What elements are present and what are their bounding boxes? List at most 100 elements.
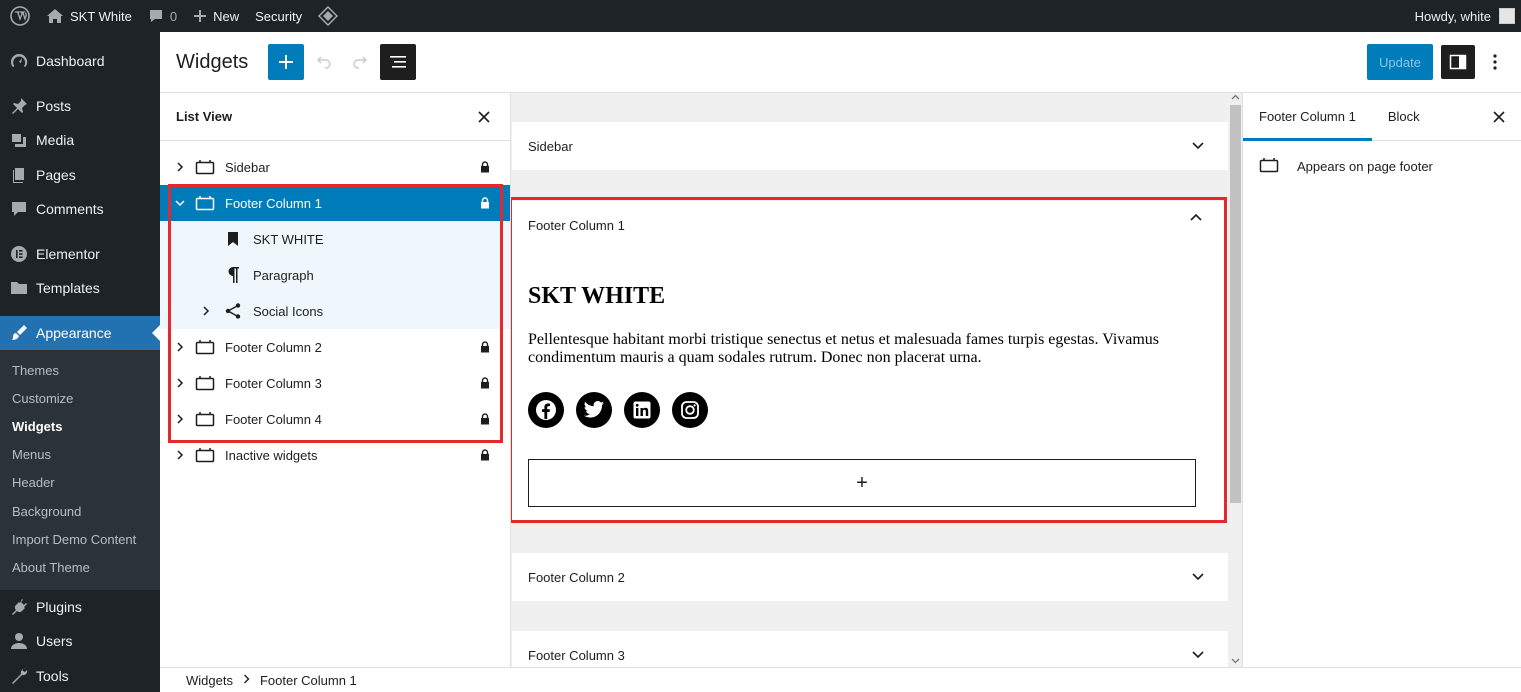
- tab-widget-area[interactable]: Footer Column 1: [1243, 93, 1372, 141]
- widget-area-footer-column-1[interactable]: Footer Column 1 SKT WHITE Pellentesque h…: [512, 201, 1228, 521]
- chevron-right-icon[interactable]: [174, 161, 186, 173]
- redo-button[interactable]: [342, 44, 378, 80]
- menu-item-media[interactable]: Media: [0, 123, 160, 158]
- menu-label: Plugins: [36, 598, 82, 615]
- menu-item-posts[interactable]: Posts: [0, 89, 160, 124]
- tab-block[interactable]: Block: [1372, 93, 1436, 140]
- widget-area-header[interactable]: Footer Column 1: [512, 201, 1228, 249]
- widget-area-header[interactable]: Sidebar: [512, 122, 1228, 170]
- menu-item-comments[interactable]: Comments: [0, 192, 160, 227]
- widget-area-sidebar[interactable]: Sidebar: [512, 122, 1228, 170]
- chevron-down-icon[interactable]: [1188, 567, 1208, 587]
- breadcrumb-root[interactable]: Widgets: [186, 673, 233, 688]
- my-account-link[interactable]: Howdy, white: [1407, 0, 1521, 32]
- tree-row-footer-column-1[interactable]: Footer Column 1: [160, 185, 510, 221]
- paragraph-icon: [221, 263, 245, 287]
- scrollbar-thumb[interactable]: [1230, 105, 1241, 503]
- settings-toggle-button[interactable]: [1441, 45, 1475, 79]
- menu-item-elementor[interactable]: Elementor: [0, 237, 160, 272]
- submenu-item-background[interactable]: Background: [0, 497, 160, 525]
- widget-area-footer-column-3[interactable]: Footer Column 3: [512, 631, 1228, 667]
- appearance-submenu: Themes Customize Widgets Menus Header Ba…: [0, 350, 160, 590]
- update-button[interactable]: Update: [1367, 44, 1433, 80]
- menu-label: Elementor: [36, 245, 100, 262]
- page-title: Widgets: [176, 50, 249, 73]
- security-link[interactable]: Security: [247, 0, 310, 32]
- options-menu-button[interactable]: [1479, 44, 1511, 80]
- tree-row-inactive-widgets[interactable]: Inactive widgets: [160, 437, 510, 473]
- comments-count: 0: [169, 8, 178, 24]
- chevron-down-icon[interactable]: [1188, 645, 1208, 665]
- widget-heading[interactable]: SKT WHITE: [528, 283, 665, 310]
- menu-item-templates[interactable]: Templates: [0, 271, 160, 306]
- security-plugin-button[interactable]: [310, 0, 346, 32]
- tree-row-paragraph[interactable]: Paragraph: [160, 257, 510, 293]
- submenu-item-header[interactable]: Header: [0, 469, 160, 497]
- submenu-item-customize[interactable]: Customize: [0, 384, 160, 412]
- editor-header: Widgets Update: [160, 32, 1521, 93]
- tree-row-label: Footer Column 2: [225, 339, 322, 355]
- tree-row-label: Inactive widgets: [225, 447, 318, 463]
- list-view-tree: Sidebar Footer Column 1 SKT WHITE Paragr…: [160, 141, 510, 473]
- comment-bubble-icon: [149, 10, 162, 22]
- submenu-item-menus[interactable]: Menus: [0, 441, 160, 469]
- chevron-right-icon[interactable]: [174, 377, 186, 389]
- list-view-panel: List View Sidebar Footer Column 1 SKT WH…: [160, 93, 511, 667]
- lock-icon: [478, 448, 492, 462]
- site-name-link[interactable]: SKT White: [38, 0, 140, 32]
- menu-item-appearance[interactable]: Appearance: [0, 315, 160, 350]
- menu-item-plugins[interactable]: Plugins: [0, 590, 160, 625]
- new-content-link[interactable]: New: [185, 0, 247, 32]
- scroll-up-arrow-icon[interactable]: [1231, 93, 1240, 102]
- tree-row-label: SKT WHITE: [253, 231, 324, 247]
- list-view-close-button[interactable]: [472, 105, 496, 129]
- breadcrumb-current[interactable]: Footer Column 1: [260, 673, 357, 688]
- close-icon: [478, 110, 490, 123]
- menu-item-pages[interactable]: Pages: [0, 158, 160, 193]
- submenu-item-import-demo-content[interactable]: Import Demo Content: [0, 525, 160, 553]
- chevron-right-icon[interactable]: [174, 449, 186, 461]
- chevron-right-icon[interactable]: [174, 413, 186, 425]
- chevron-right-icon[interactable]: [174, 341, 186, 353]
- submenu-item-about-theme[interactable]: About Theme: [0, 553, 160, 581]
- block-appender-button[interactable]: +: [528, 459, 1196, 507]
- undo-icon: [317, 56, 331, 69]
- tree-row-footer-column-4[interactable]: Footer Column 4: [160, 401, 510, 437]
- linkedin-icon[interactable]: [624, 392, 660, 428]
- bookmark-icon: [221, 227, 245, 251]
- list-view-toggle-button[interactable]: [380, 44, 417, 80]
- canvas-scrollbar[interactable]: [1229, 93, 1242, 667]
- chevron-down-icon[interactable]: [174, 197, 186, 209]
- settings-sidebar: Footer Column 1 Block Appears on page fo…: [1242, 93, 1521, 667]
- widget-area-header[interactable]: Footer Column 2: [512, 553, 1228, 601]
- comments-link[interactable]: 0: [140, 0, 185, 32]
- settings-close-button[interactable]: [1487, 105, 1511, 129]
- submenu-item-widgets[interactable]: Widgets: [0, 412, 160, 440]
- facebook-icon[interactable]: [528, 392, 564, 428]
- chevron-down-icon[interactable]: [1188, 136, 1208, 156]
- widget-paragraph[interactable]: Pellentesque habitant morbi tristique se…: [528, 331, 1188, 367]
- widget-area-header[interactable]: Footer Column 3: [512, 631, 1228, 667]
- wordpress-logo-button[interactable]: [0, 0, 38, 32]
- tree-row-social-icons[interactable]: Social Icons: [160, 293, 510, 329]
- menu-item-dashboard[interactable]: Dashboard: [0, 44, 160, 79]
- menu-item-users[interactable]: Users: [0, 624, 160, 659]
- undo-button[interactable]: [306, 44, 342, 80]
- tree-row-sidebar[interactable]: Sidebar: [160, 149, 510, 185]
- share-icon: [221, 299, 245, 323]
- close-icon: [1493, 111, 1505, 123]
- twitter-icon[interactable]: [576, 392, 612, 428]
- tree-row-footer-column-3[interactable]: Footer Column 3: [160, 365, 510, 401]
- submenu-item-themes[interactable]: Themes: [0, 356, 160, 384]
- instagram-icon[interactable]: [672, 392, 708, 428]
- chevron-up-icon[interactable]: [1186, 207, 1206, 227]
- chevron-right-icon[interactable]: [200, 305, 212, 317]
- tree-row-footer-column-2[interactable]: Footer Column 2: [160, 329, 510, 365]
- social-icons-block[interactable]: [528, 392, 720, 428]
- widget-area-footer-column-2[interactable]: Footer Column 2: [512, 553, 1228, 601]
- block-inserter-button[interactable]: [268, 44, 305, 80]
- tree-row-heading[interactable]: SKT WHITE: [160, 221, 510, 257]
- scroll-down-arrow-icon[interactable]: [1231, 656, 1240, 665]
- widget-area-icon: [193, 155, 217, 179]
- menu-item-tools[interactable]: Tools: [0, 659, 160, 692]
